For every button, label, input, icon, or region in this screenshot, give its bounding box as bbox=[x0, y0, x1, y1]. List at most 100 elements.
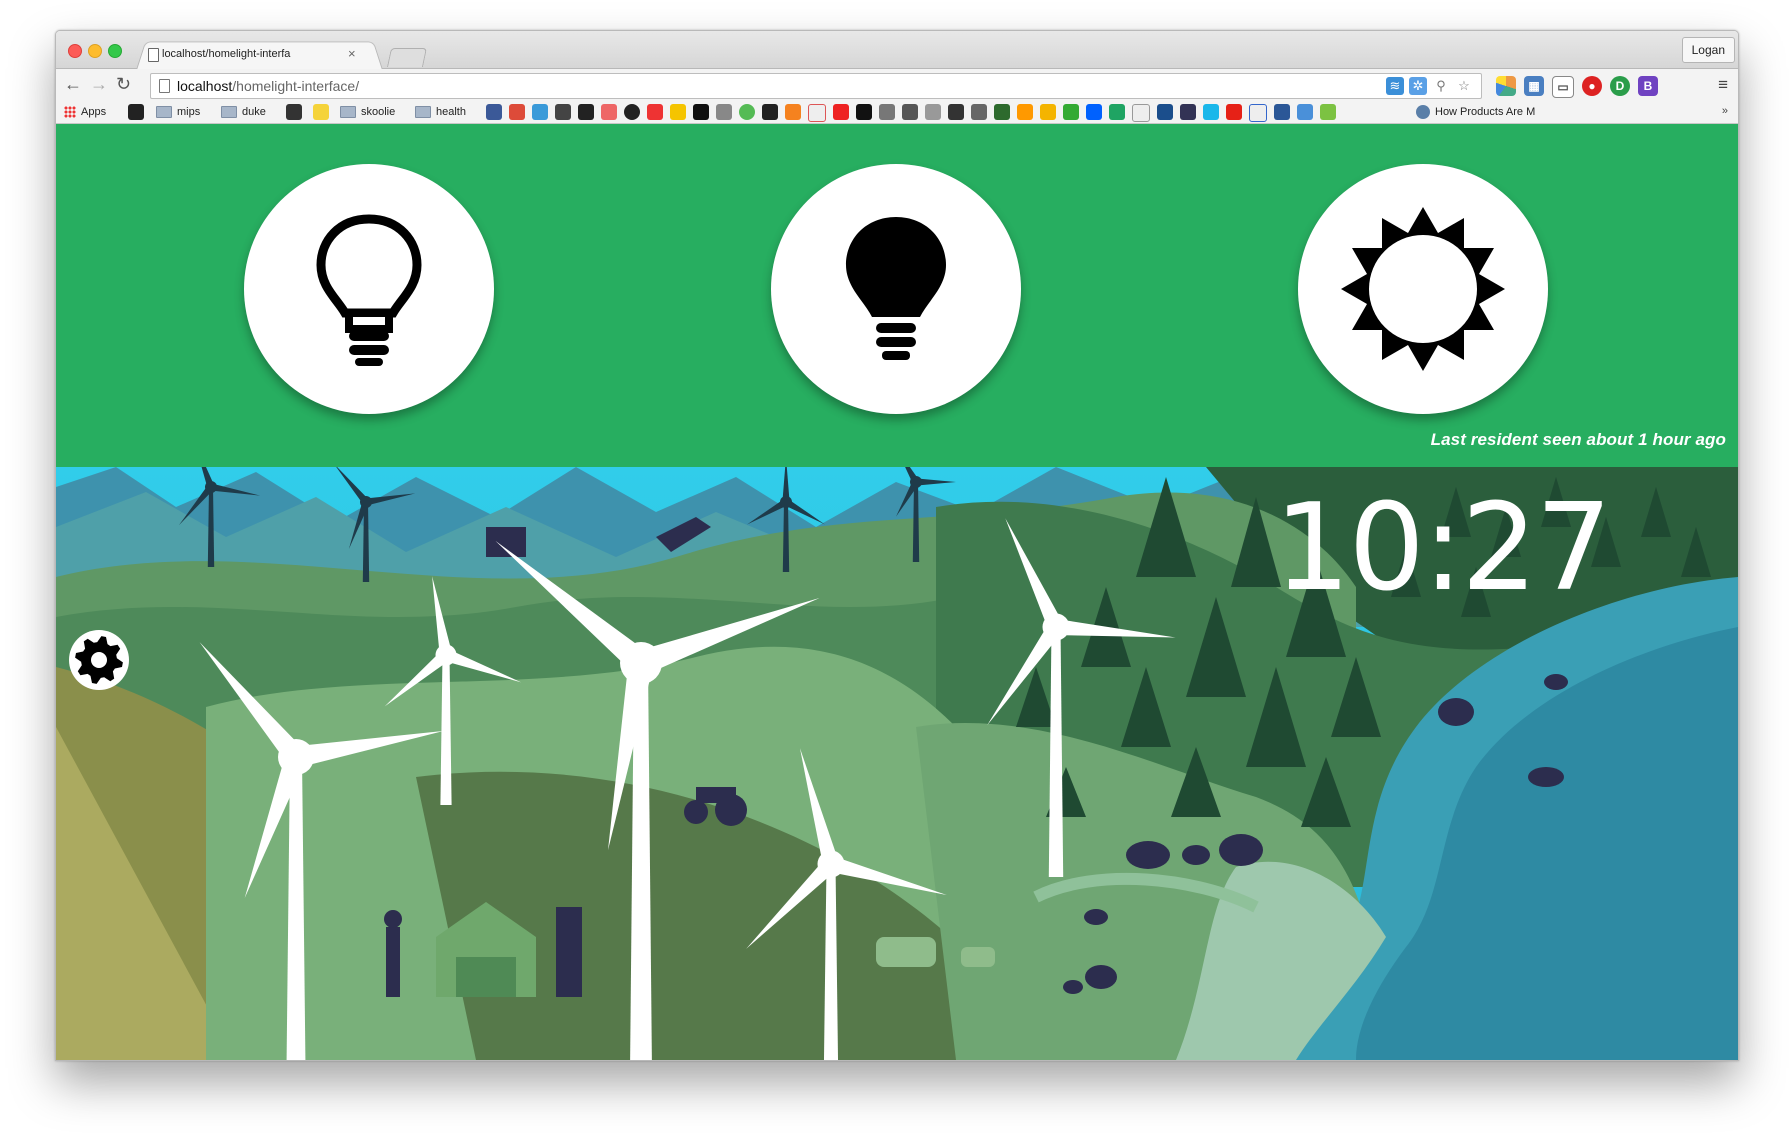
bookmark-folder[interactable]: mips bbox=[156, 104, 200, 120]
bookmark-favicon[interactable] bbox=[1226, 104, 1242, 120]
forward-button[interactable]: → bbox=[90, 75, 108, 93]
bookmark-favicon[interactable] bbox=[313, 104, 329, 120]
lightbulb-filled-icon bbox=[846, 217, 946, 360]
bookmark-favicon[interactable] bbox=[971, 104, 987, 120]
extension-icon[interactable]: ▦ bbox=[1524, 76, 1544, 96]
folder-icon bbox=[221, 106, 237, 118]
folder-icon bbox=[415, 106, 431, 118]
bookmark-favicon[interactable] bbox=[1109, 104, 1125, 120]
bookmark-folder[interactable]: health bbox=[415, 104, 466, 120]
apps-grid-icon bbox=[64, 106, 76, 118]
tab-close-icon[interactable]: × bbox=[348, 46, 356, 61]
url-host: localhost bbox=[177, 78, 233, 94]
bookmark-star-icon[interactable]: ☆ bbox=[1455, 77, 1473, 95]
bookmark-favicon[interactable] bbox=[1320, 104, 1336, 120]
bookmark-label: health bbox=[436, 106, 466, 118]
extension-icon[interactable] bbox=[1496, 76, 1516, 96]
extension-icon[interactable]: ● bbox=[1582, 76, 1602, 96]
omnibox-icons: ≋ ✲ ⚲ ☆ bbox=[1386, 77, 1473, 95]
bookmark-favicon[interactable] bbox=[1040, 104, 1056, 120]
bookmark-folder[interactable]: skoolie bbox=[340, 104, 395, 120]
bookmark-favicon[interactable] bbox=[948, 104, 964, 120]
bookmark-favicon[interactable] bbox=[1086, 104, 1102, 120]
lightbulb-outline-icon bbox=[316, 214, 422, 366]
turbine-hub bbox=[435, 644, 457, 666]
bookmark-apps[interactable]: Apps bbox=[64, 104, 106, 120]
turbine-hub bbox=[780, 496, 792, 508]
sun-center bbox=[1369, 235, 1477, 343]
bookmark-label: Apps bbox=[81, 106, 107, 118]
bookmark-favicon[interactable] bbox=[994, 104, 1010, 120]
bookmark-favicon[interactable] bbox=[601, 104, 617, 120]
extension-icon[interactable]: ✲ bbox=[1409, 77, 1427, 95]
gear-hole bbox=[91, 652, 107, 668]
bookmark-favicon[interactable] bbox=[1180, 104, 1196, 120]
profile-button[interactable]: Logan bbox=[1681, 37, 1735, 63]
bookmark-favicon[interactable] bbox=[1274, 104, 1290, 120]
bookmark-favicon[interactable] bbox=[670, 104, 686, 120]
bookmark-favicon[interactable] bbox=[856, 104, 872, 120]
extension-icon[interactable]: D bbox=[1610, 76, 1630, 96]
clock-display: 10:27 bbox=[1274, 479, 1612, 618]
bookmark-favicon[interactable] bbox=[532, 104, 548, 120]
turbine-hub bbox=[817, 850, 845, 878]
bookmark-favicon[interactable] bbox=[624, 104, 640, 120]
tab-title: localhost/homelight-interfa bbox=[162, 48, 291, 60]
extension-icon[interactable]: B bbox=[1638, 76, 1658, 96]
bookmark-favicon[interactable] bbox=[693, 104, 709, 120]
cast-icon[interactable]: ▭ bbox=[1552, 76, 1574, 98]
bookmarks-bar: Apps mips duke skoolie health How Produc… bbox=[56, 101, 1738, 124]
menu-icon[interactable]: ≡ bbox=[1718, 75, 1728, 95]
window-minimize-button[interactable] bbox=[88, 44, 102, 58]
bookmark-favicon[interactable] bbox=[762, 104, 778, 120]
bookmark-favicon[interactable] bbox=[555, 104, 571, 120]
bookmark-favicon[interactable] bbox=[1157, 104, 1173, 120]
folder-icon bbox=[340, 106, 356, 118]
extension-icon[interactable]: ≋ bbox=[1386, 77, 1404, 95]
window-close-button[interactable] bbox=[68, 44, 82, 58]
address-bar[interactable]: localhost/homelight-interface/ ≋ ✲ ⚲ ☆ bbox=[150, 73, 1482, 99]
bookmark-favicon[interactable] bbox=[833, 104, 849, 120]
bookmark-folder[interactable]: duke bbox=[221, 104, 266, 120]
bookmark-favicon[interactable] bbox=[879, 104, 895, 120]
light-off-button[interactable] bbox=[244, 164, 494, 414]
bookmark-favicon[interactable] bbox=[1249, 104, 1267, 122]
turbine-hub bbox=[205, 481, 217, 493]
zoom-icon[interactable]: ⚲ bbox=[1432, 77, 1450, 95]
bookmarks-overflow-icon[interactable]: » bbox=[1722, 105, 1728, 117]
folder-icon bbox=[156, 106, 172, 118]
bookmark-favicon[interactable] bbox=[286, 104, 302, 120]
bookmark-favicon[interactable] bbox=[1063, 104, 1079, 120]
url-text: localhost/homelight-interface/ bbox=[177, 78, 359, 94]
bookmark-favicons bbox=[486, 104, 1336, 122]
bookmark-favicon[interactable] bbox=[647, 104, 663, 120]
back-button[interactable]: ← bbox=[64, 75, 82, 93]
bookmark-favicon[interactable] bbox=[808, 104, 826, 122]
bookmark-favicon[interactable] bbox=[509, 104, 525, 120]
sunlight-button[interactable] bbox=[1298, 164, 1548, 414]
settings-button[interactable] bbox=[69, 630, 129, 690]
bookmark-label: duke bbox=[242, 106, 266, 118]
window-maximize-button[interactable] bbox=[108, 44, 122, 58]
bookmark-favicon[interactable] bbox=[739, 104, 755, 120]
browser-tab-content: localhost/homelight-interfa × bbox=[148, 46, 388, 66]
turbine-hub bbox=[278, 739, 314, 775]
bookmark-favicon[interactable] bbox=[1017, 104, 1033, 120]
bookmark-favicon[interactable] bbox=[1132, 104, 1150, 122]
bookmark-item[interactable]: How Products Are M bbox=[1416, 104, 1535, 120]
light-on-button[interactable] bbox=[771, 164, 1021, 414]
bookmark-favicon[interactable] bbox=[716, 104, 732, 120]
turbine-hub bbox=[1042, 613, 1070, 641]
bookmark-favicon[interactable] bbox=[128, 104, 144, 120]
reload-button[interactable]: ↻ bbox=[116, 75, 131, 93]
new-tab-button[interactable] bbox=[386, 48, 428, 67]
page-icon bbox=[148, 48, 159, 62]
bookmark-favicon[interactable] bbox=[1297, 104, 1313, 120]
bookmark-favicon[interactable] bbox=[902, 104, 918, 120]
turbine-hub bbox=[910, 476, 922, 488]
bookmark-favicon[interactable] bbox=[925, 104, 941, 120]
bookmark-favicon[interactable] bbox=[578, 104, 594, 120]
bookmark-favicon[interactable] bbox=[486, 104, 502, 120]
bookmark-favicon[interactable] bbox=[785, 104, 801, 120]
bookmark-favicon[interactable] bbox=[1203, 104, 1219, 120]
